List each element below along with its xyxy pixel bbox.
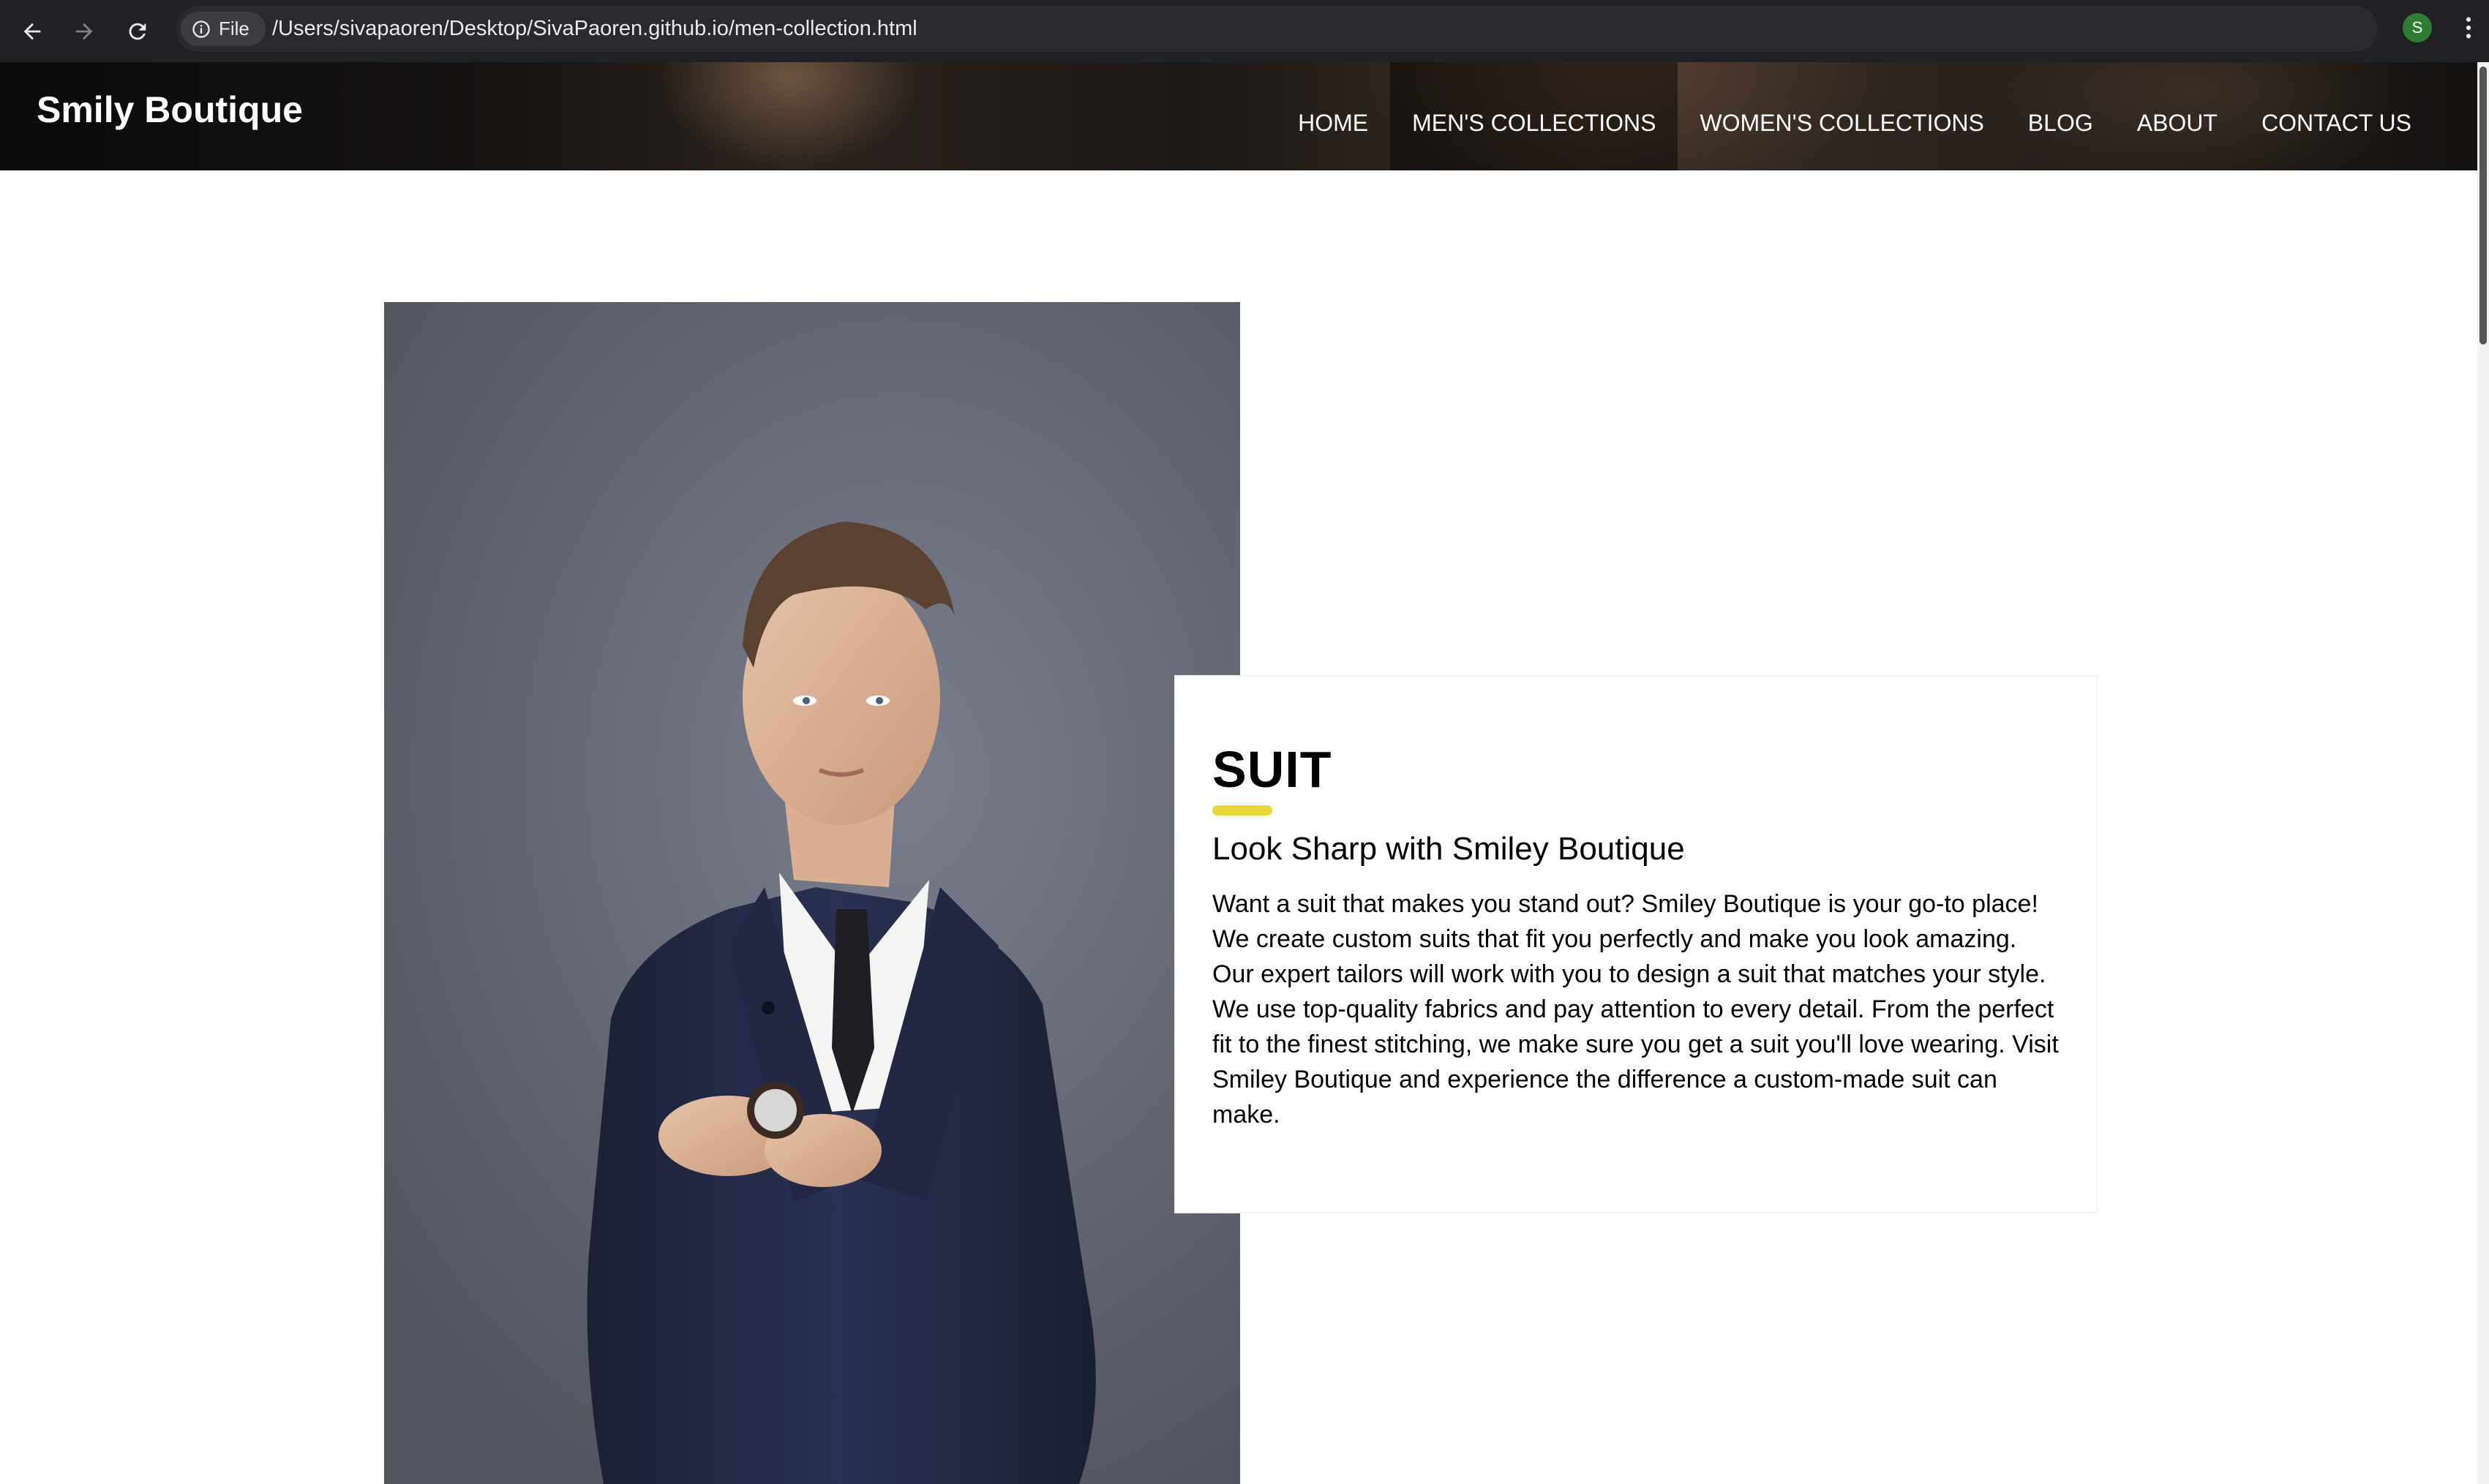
product-description: Want a suit that makes you stand out? Sm… <box>1212 889 2059 1129</box>
site-info-chip[interactable]: File <box>181 12 266 46</box>
url-text[interactable]: /Users/sivapaoren/Desktop/SivaPaoren.git… <box>272 6 917 52</box>
site-logo[interactable]: Smily Boutique <box>37 88 303 131</box>
profile-avatar[interactable]: S <box>2403 13 2432 42</box>
nav-contact-us[interactable]: CONTACT US <box>2240 62 2433 170</box>
reload-button[interactable] <box>119 12 157 50</box>
nav-mens-collections[interactable]: MEN'S COLLECTIONS <box>1390 62 1678 170</box>
info-icon <box>192 20 210 38</box>
kebab-menu-icon <box>2466 17 2471 39</box>
page-scrollbar[interactable] <box>2477 62 2489 1484</box>
back-arrow-icon <box>23 23 41 40</box>
product-subtitle: Look Sharp with Smiley Boutique <box>1212 831 1685 867</box>
forward-button[interactable] <box>65 12 103 50</box>
back-button[interactable] <box>13 12 51 50</box>
product-title: SUIT <box>1212 741 1332 798</box>
file-chip-label: File <box>219 18 249 39</box>
nav-blog[interactable]: BLOG <box>2006 62 2115 170</box>
product-image <box>384 302 1240 1484</box>
scrollbar-thumb[interactable] <box>2479 67 2487 344</box>
nav-womens-collections[interactable]: WOMEN'S COLLECTIONS <box>1678 62 2005 170</box>
main-navigation: HOME MEN'S COLLECTIONS WOMEN'S COLLECTIO… <box>1276 62 2477 170</box>
product-card: SUIT Look Sharp with Smiley Boutique Wan… <box>1174 675 2098 1213</box>
nav-home[interactable]: HOME <box>1276 62 1390 170</box>
forward-arrow-icon <box>75 23 93 40</box>
reload-icon <box>129 23 146 40</box>
browser-menu-button[interactable] <box>2452 12 2485 44</box>
browser-toolbar: File /Users/sivapaoren/Desktop/SivaPaore… <box>0 0 2489 62</box>
title-accent-bar <box>1212 805 1272 816</box>
site-header: Smily Boutique HOME MEN'S COLLECTIONS WO… <box>0 62 2477 170</box>
address-bar[interactable]: File /Users/sivapaoren/Desktop/SivaPaore… <box>176 6 2378 52</box>
nav-about[interactable]: ABOUT <box>2115 62 2240 170</box>
